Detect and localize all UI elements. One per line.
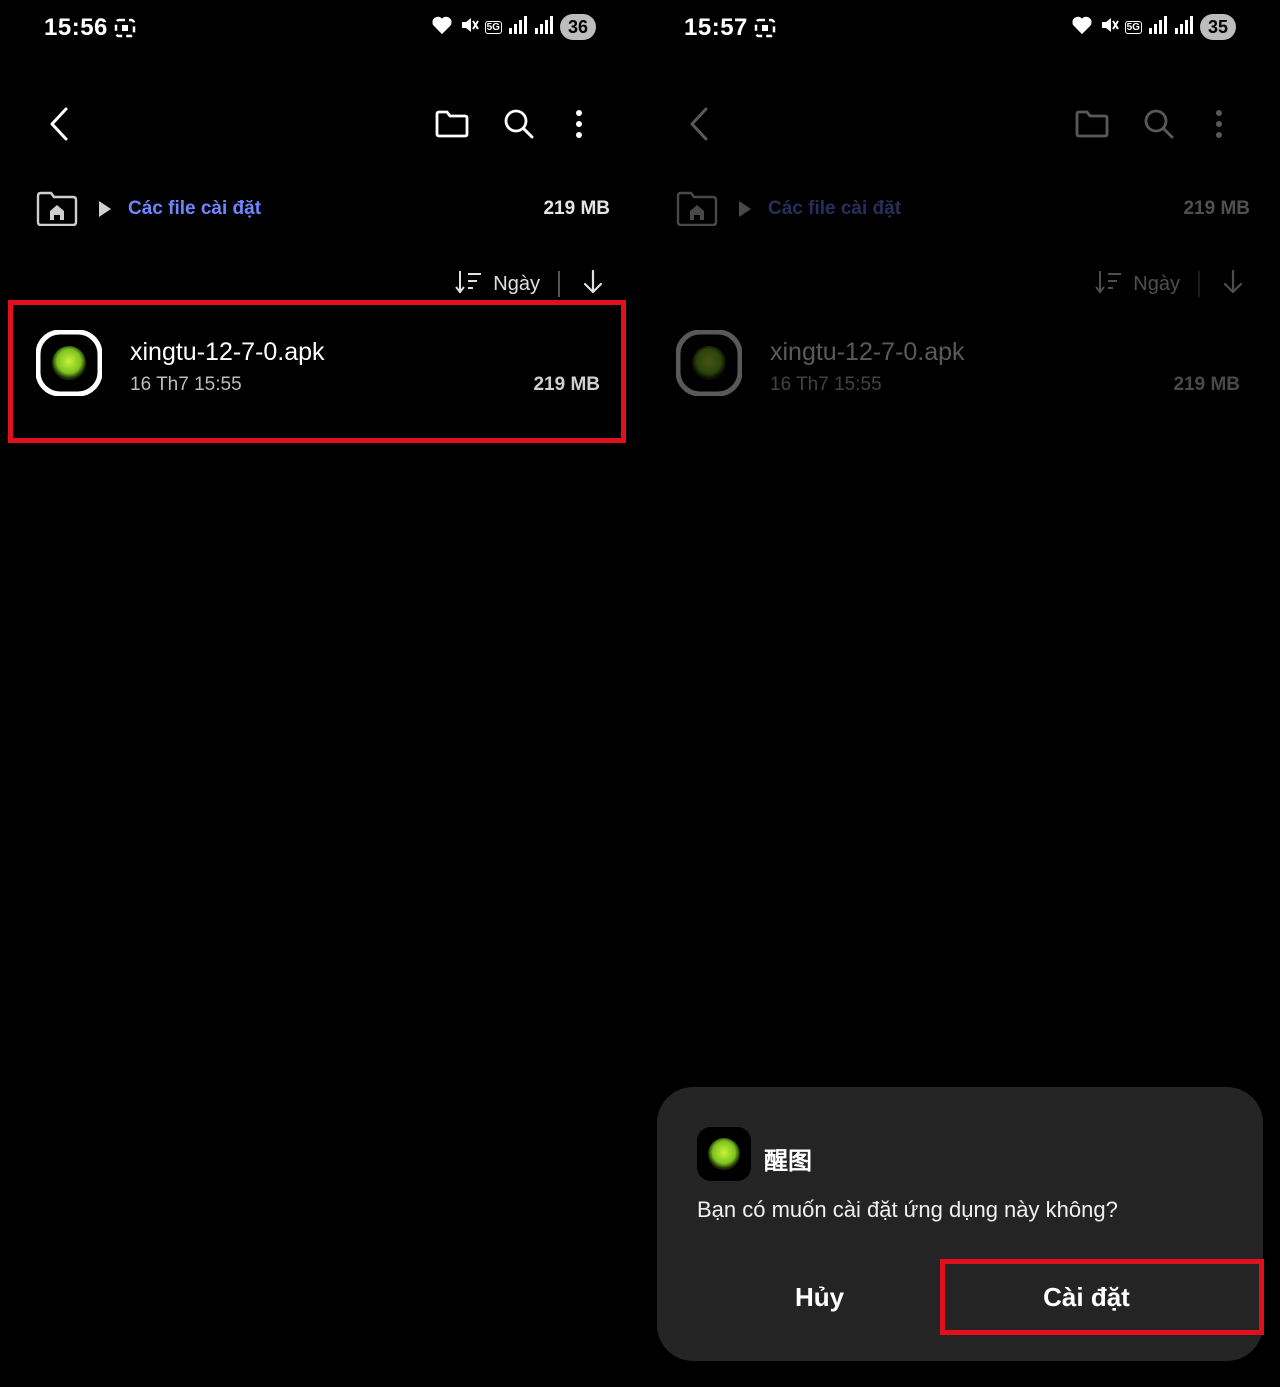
left-screen: 15:56 5G 36 Các file cài đặt 219 MB Ngày… [0, 0, 640, 1387]
back-icon[interactable] [676, 100, 724, 148]
breadcrumb-arrow-icon [738, 200, 752, 223]
search-icon[interactable] [495, 100, 543, 148]
mute-icon [1099, 15, 1119, 40]
back-icon[interactable] [36, 100, 84, 148]
sort-divider [558, 271, 560, 297]
sort-bar: Ngày [455, 268, 604, 300]
battery-indicator: 36 [559, 14, 596, 40]
sort-icon[interactable] [455, 269, 483, 300]
breadcrumb-arrow-icon [98, 200, 112, 223]
sort-bar: Ngày [1095, 268, 1244, 300]
network-type-icon: 5G [1124, 20, 1142, 34]
toolbar [0, 100, 640, 150]
app-icon [697, 1127, 751, 1181]
more-options-icon[interactable] [555, 100, 603, 148]
status-time: 15:56 [44, 14, 108, 41]
file-size: 219 MB [1173, 374, 1240, 395]
signal-icon-2 [534, 15, 554, 39]
right-screen: 15:57 5G 35 Các file cài đặt 219 MB Ngày… [640, 0, 1280, 1387]
screen-record-icon [754, 18, 776, 43]
cancel-button[interactable]: Hủy [677, 1262, 962, 1332]
battery-indicator: 35 [1199, 14, 1236, 40]
status-bar: 15:57 5G 35 [640, 0, 1280, 60]
app-icon [676, 330, 742, 396]
status-bar: 15:56 5G 36 [0, 0, 640, 60]
breadcrumb: Các file cài đặt 219 MB [676, 190, 1250, 230]
sort-label[interactable]: Ngày [493, 273, 540, 296]
sort-divider [1198, 271, 1200, 297]
home-folder-icon[interactable] [676, 190, 718, 231]
sort-icon[interactable] [1095, 269, 1123, 300]
file-date: 16 Th7 15:55 [770, 374, 882, 395]
signal-icon-2 [1174, 15, 1194, 39]
highlight-box-install [940, 1259, 1264, 1335]
sort-direction-icon[interactable] [582, 269, 604, 300]
sort-direction-icon[interactable] [1222, 269, 1244, 300]
signal-icon [508, 15, 528, 39]
folder-icon[interactable] [1068, 100, 1116, 148]
breadcrumb-label[interactable]: Các file cài đặt [768, 198, 901, 220]
status-time: 15:57 [684, 14, 748, 41]
file-name: xingtu-12-7-0.apk [770, 338, 965, 366]
heart-icon [1071, 15, 1093, 40]
breadcrumb-label[interactable]: Các file cài đặt [128, 198, 261, 220]
signal-icon [1148, 15, 1168, 39]
more-options-icon[interactable] [1195, 100, 1243, 148]
search-icon[interactable] [1135, 100, 1183, 148]
folder-size: 219 MB [1183, 198, 1250, 219]
breadcrumb: Các file cài đặt 219 MB [36, 190, 610, 230]
home-folder-icon[interactable] [36, 190, 78, 231]
mute-icon [459, 15, 479, 40]
heart-icon [431, 15, 453, 40]
dialog-app-name: 醒图 [764, 1148, 812, 1175]
toolbar [640, 100, 1280, 150]
folder-icon[interactable] [428, 100, 476, 148]
file-row[interactable]: xingtu-12-7-0.apk 16 Th7 15:55 219 MB [660, 312, 1260, 434]
network-type-icon: 5G [484, 20, 502, 34]
screen-record-icon [114, 18, 136, 43]
dialog-question: Bạn có muốn cài đặt ứng dụng này không? [697, 1197, 1118, 1222]
highlight-box-file [8, 300, 626, 443]
sort-label[interactable]: Ngày [1133, 273, 1180, 296]
folder-size: 219 MB [543, 198, 610, 219]
